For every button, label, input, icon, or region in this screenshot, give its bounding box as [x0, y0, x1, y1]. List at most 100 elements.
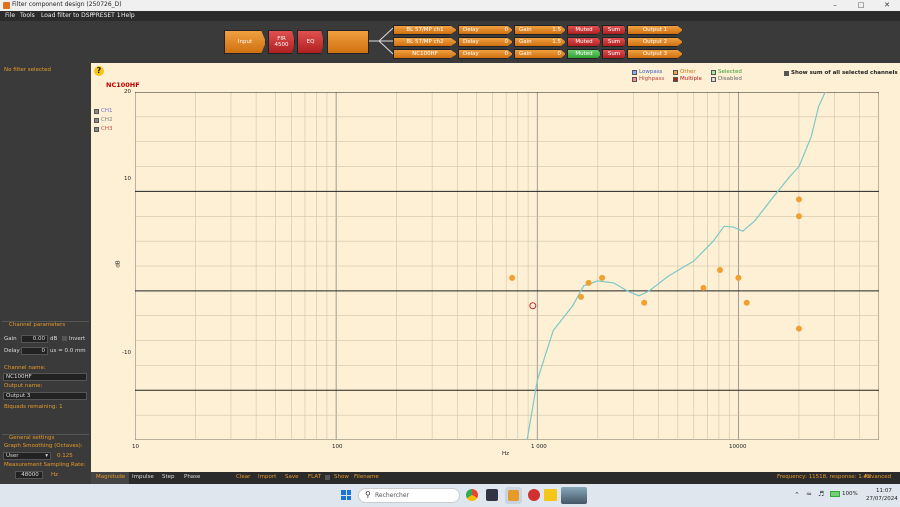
output-label: Output 3 [642, 51, 668, 57]
show-checkbox[interactable] [325, 475, 330, 480]
legend-other: Other [673, 69, 696, 75]
tab-magnitude[interactable]: Magnitude [91, 472, 129, 484]
menu-tools[interactable]: Tools [20, 12, 35, 19]
channel-name-3[interactable]: NC100HF [393, 49, 457, 59]
delay-input[interactable]: 0 [21, 347, 48, 355]
channel-params-title: Channel parameters [9, 322, 66, 328]
chrome-icon[interactable] [466, 489, 478, 501]
ch2-label: CH2 [101, 117, 113, 123]
tab-impulse[interactable]: Impulse [132, 474, 154, 480]
x-tick-10000: 10000 [729, 444, 747, 450]
menu-bar: File Tools Load filter to DSP PRESET 1 H… [0, 11, 900, 21]
channel-name-label: NC100HF [412, 51, 438, 57]
show-sum-toggle[interactable]: Show sum of all selected channels [784, 70, 898, 76]
channel-name-1[interactable]: BL 57/MP ch1 [393, 25, 457, 35]
sum-block-3[interactable]: Sum [602, 49, 626, 59]
mute-block-1[interactable]: Muted [567, 25, 601, 35]
output-block-1[interactable]: Output 1 [627, 25, 683, 35]
title-bar: Filter component design (250726_D) – □ ✕ [0, 0, 900, 11]
filter-point [795, 213, 802, 220]
minimize-icon[interactable]: – [822, 0, 848, 11]
delay-block-3[interactable]: Delay 0 [458, 49, 513, 59]
close-icon[interactable]: ✕ [874, 0, 900, 11]
disabled-swatch [711, 76, 716, 82]
filter-point [743, 299, 750, 306]
gain-block-1[interactable]: Gain 1.5 [514, 25, 566, 35]
channel-name-input[interactable]: NC100HF [3, 373, 87, 381]
channel-name-2[interactable]: BL 57/MP ch2 [393, 37, 457, 47]
battery-icon[interactable] [830, 491, 840, 497]
wifi-icon[interactable]: ≈ [806, 490, 812, 498]
menu-file[interactable]: File [5, 12, 15, 19]
clock-date[interactable]: 27/07/2024 [866, 496, 898, 502]
delay-block-2[interactable]: Delay 0 [458, 37, 513, 47]
lowpass-label: Lowpass [639, 69, 663, 75]
menu-load-filter[interactable]: Load filter to DSP [41, 12, 93, 19]
maximize-icon[interactable]: □ [848, 0, 874, 11]
windows-start-icon[interactable] [341, 490, 351, 500]
taskbar-search[interactable]: ⚲ Rechercher [358, 488, 460, 503]
tab-step[interactable]: Step [162, 474, 175, 480]
output-block-2[interactable]: Output 2 [627, 37, 683, 47]
y-tick-10: 10 [124, 176, 131, 182]
filter-point [641, 299, 648, 306]
thumbnail-icon[interactable] [561, 487, 587, 504]
y-tick-20: 20 [124, 89, 131, 95]
output-name-input[interactable]: Output 3 [3, 392, 87, 400]
menu-help[interactable]: Help [121, 12, 135, 19]
flat-button[interactable]: FLAT [308, 474, 321, 480]
graph-area: ? NC100HF CH1 CH2 CH3 Lowpass Highpass O… [91, 63, 900, 472]
input-block[interactable]: Input [224, 30, 266, 54]
filter-point [717, 266, 724, 273]
output-block-3[interactable]: Output 3 [627, 49, 683, 59]
ch1-checkbox [94, 108, 99, 114]
smoothing-select[interactable]: User ▾ [3, 452, 51, 460]
clock-time[interactable]: 11:07 [876, 488, 892, 494]
multiple-swatch [673, 76, 678, 82]
fir-block[interactable]: FIR 4500 [268, 30, 295, 54]
eq-block[interactable]: EQ [297, 30, 324, 54]
sum-label: Sum [607, 27, 621, 33]
menu-preset[interactable]: PRESET 1 [92, 12, 121, 19]
filter-design-app-icon[interactable] [505, 487, 522, 504]
delay-label: Delay [463, 27, 479, 33]
ch3-toggle[interactable]: CH3 [94, 126, 112, 132]
import-button[interactable]: Import [258, 474, 276, 480]
gain-block-2[interactable]: Gain 1.5 [514, 37, 566, 47]
sum-block-1[interactable]: Sum [602, 25, 626, 35]
advanced-button[interactable]: Advanced [864, 474, 891, 480]
save-button[interactable]: Save [285, 474, 299, 480]
app-icon [3, 2, 10, 9]
frequency-response-chart[interactable] [135, 92, 879, 440]
channel-name-label: BL 57/MP ch2 [406, 39, 444, 45]
invert-checkbox[interactable] [62, 336, 67, 341]
other-label: Other [680, 69, 696, 75]
crossover-block[interactable] [327, 30, 369, 54]
output-label: Output 2 [642, 39, 668, 45]
delay-block-1[interactable]: Delay 0 [458, 25, 513, 35]
mute-block-2[interactable]: Muted [567, 37, 601, 47]
file-explorer-icon[interactable] [544, 489, 557, 501]
tray-chevron-icon[interactable]: ⌃ [794, 491, 800, 499]
sampling-input[interactable]: 48000 [15, 471, 43, 479]
clear-button[interactable]: Clear [236, 474, 250, 480]
sum-block-2[interactable]: Sum [602, 37, 626, 47]
x-tick-100: 100 [332, 444, 343, 450]
app-icon-1[interactable] [486, 489, 498, 501]
help-icon[interactable]: ? [94, 66, 104, 76]
tab-phase[interactable]: Phase [184, 474, 200, 480]
mute-block-3[interactable]: Muted [567, 49, 601, 59]
gain-label: Gain [4, 336, 17, 342]
ch2-toggle[interactable]: CH2 [94, 117, 112, 123]
filter-point [578, 293, 585, 300]
volume-icon[interactable]: ♬ [818, 490, 824, 498]
ch1-toggle[interactable]: CH1 [94, 108, 112, 114]
biquads-remaining: Biquads remaining: 1 [4, 404, 63, 410]
gain-input[interactable]: 0.00 [21, 335, 48, 343]
signal-pipeline: Input FIR 4500 EQ BL 57/MP ch1 Delay 0 Ga… [0, 21, 900, 63]
gain-value: 1.5 [552, 27, 561, 33]
gain-block-3[interactable]: Gain 0 [514, 49, 566, 59]
app-icon-2[interactable] [528, 489, 540, 501]
show-sum-checkbox [784, 70, 789, 76]
x-tick-1000: 1 000 [531, 444, 547, 450]
